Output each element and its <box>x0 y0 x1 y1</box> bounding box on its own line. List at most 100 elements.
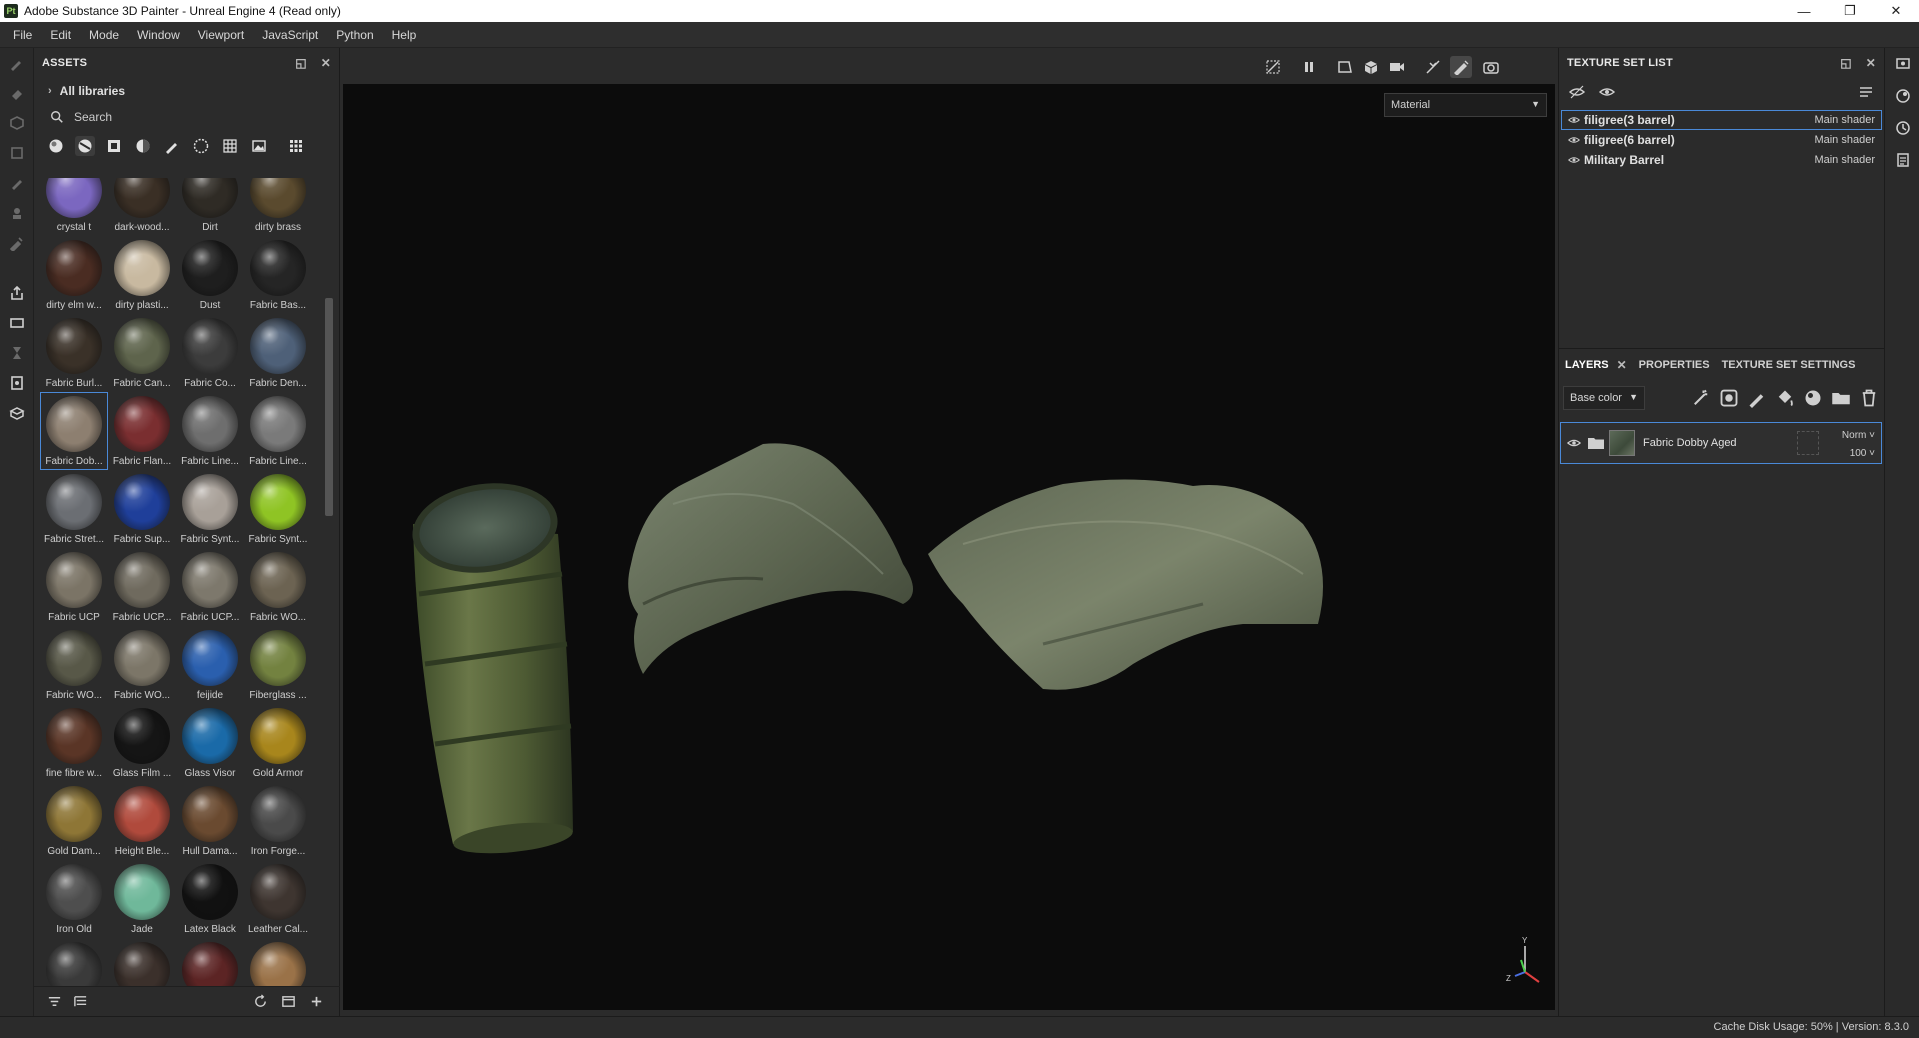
close-window-button[interactable]: ✕ <box>1873 0 1919 22</box>
delete-layer-icon[interactable] <box>1859 388 1879 408</box>
tab-layers[interactable]: LAYERS ✕ <box>1565 358 1627 372</box>
screenshot-button[interactable] <box>1480 56 1502 78</box>
paint-brush-tool[interactable] <box>0 48 34 78</box>
asset-thumbnail[interactable]: Latex Black <box>176 860 244 938</box>
new-window-button[interactable] <box>278 992 298 1012</box>
menu-javascript[interactable]: JavaScript <box>253 28 327 42</box>
filter-smart-materials-button[interactable] <box>75 136 95 156</box>
menu-edit[interactable]: Edit <box>41 28 80 42</box>
close-panel-icon[interactable]: ✕ <box>1866 56 1876 70</box>
asset-thumbnail[interactable]: Fabric Stret... <box>40 470 108 548</box>
asset-thumbnail[interactable]: Dust <box>176 236 244 314</box>
float-panel-icon[interactable]: ◱ <box>295 56 307 70</box>
menu-mode[interactable]: Mode <box>80 28 128 42</box>
search-input[interactable]: Search <box>74 110 112 124</box>
asset-thumbnail[interactable]: Gold Dam... <box>40 782 108 860</box>
add-folder-icon[interactable] <box>1831 388 1851 408</box>
refresh-button[interactable] <box>250 992 270 1012</box>
color-picker-tool[interactable] <box>0 228 34 258</box>
asset-thumbnail[interactable]: Fabric Bas... <box>244 236 312 314</box>
opacity-select[interactable]: 100 ˅ <box>1842 445 1875 463</box>
2d-view-button[interactable] <box>1334 56 1356 78</box>
blend-mode-select[interactable]: Norm ˅ <box>1842 427 1875 445</box>
close-tab-icon[interactable]: ✕ <box>1617 358 1627 372</box>
sort-button[interactable] <box>44 992 64 1012</box>
asset-thumbnail[interactable]: feijide <box>176 626 244 704</box>
filter-all-button[interactable] <box>286 136 306 156</box>
layer-name[interactable]: Fabric Dobby Aged <box>1643 437 1737 449</box>
log-button[interactable] <box>1885 144 1919 176</box>
texture-set-row[interactable]: Military Barrel Main shader <box>1561 150 1882 170</box>
asset-thumbnail[interactable]: Jade <box>108 860 176 938</box>
visibility-toggle-icon[interactable] <box>1569 84 1585 100</box>
asset-thumbnail[interactable]: dirty elm w... <box>40 236 108 314</box>
minimize-button[interactable]: — <box>1781 0 1827 22</box>
eye-icon[interactable] <box>1568 114 1580 126</box>
eye-icon[interactable] <box>1567 436 1581 450</box>
texture-set-row[interactable]: filigree(3 barrel) Main shader <box>1561 110 1882 130</box>
filter-environments-button[interactable] <box>249 136 269 156</box>
display-settings-tool[interactable] <box>0 308 34 338</box>
asset-thumbnail[interactable]: Fabric UCP... <box>176 548 244 626</box>
asset-thumbnail[interactable]: Fabric Synt... <box>244 470 312 548</box>
eye-icon[interactable] <box>1568 154 1580 166</box>
asset-thumbnail[interactable]: Fabric UCP <box>40 548 108 626</box>
add-asset-button[interactable] <box>306 992 326 1012</box>
clone-tool[interactable] <box>0 198 34 228</box>
asset-thumbnail[interactable]: Hull Dama... <box>176 782 244 860</box>
close-panel-icon[interactable]: ✕ <box>321 56 331 70</box>
filter-masks-button[interactable] <box>104 136 124 156</box>
add-fill-layer-icon[interactable] <box>1775 388 1795 408</box>
shader-select[interactable]: Main shader <box>1814 134 1875 146</box>
list-view-button[interactable] <box>70 992 90 1012</box>
texture-set-row[interactable]: filigree(6 barrel) Main shader <box>1561 130 1882 150</box>
assets-search[interactable]: Search <box>34 104 339 130</box>
camera-button[interactable] <box>1386 56 1408 78</box>
asset-thumbnail[interactable]: Iron Forge... <box>244 782 312 860</box>
smudge-tool[interactable] <box>0 168 34 198</box>
viewport-mode-select[interactable]: Material ▼ <box>1384 93 1547 117</box>
menu-viewport[interactable]: Viewport <box>189 28 253 42</box>
asset-thumbnail[interactable]: crystal t <box>40 178 108 236</box>
asset-thumbnail[interactable]: Gold Armor <box>244 704 312 782</box>
filter-textures-button[interactable] <box>220 136 240 156</box>
shader-select[interactable]: Main shader <box>1814 114 1875 126</box>
asset-thumbnail[interactable]: dark-wood... <box>108 178 176 236</box>
asset-thumbnail[interactable]: Fabric Sup... <box>108 470 176 548</box>
pause-render-button[interactable] <box>1298 56 1320 78</box>
asset-thumbnail[interactable]: Dirt <box>176 178 244 236</box>
menu-python[interactable]: Python <box>327 28 382 42</box>
float-panel-icon[interactable]: ◱ <box>1840 56 1852 70</box>
asset-thumbnail[interactable]: Glass Film ... <box>108 704 176 782</box>
asset-thumbnail[interactable]: dirty plasti... <box>108 236 176 314</box>
texture-set-tool[interactable] <box>0 368 34 398</box>
menu-help[interactable]: Help <box>383 28 426 42</box>
filter-brushes-button[interactable] <box>162 136 182 156</box>
asset-thumbnail[interactable]: Leather Na... <box>244 938 312 986</box>
asset-thumbnail[interactable]: Fabric Flan... <box>108 392 176 470</box>
paint-mode-button[interactable] <box>1450 56 1472 78</box>
add-effect-icon[interactable] <box>1691 388 1711 408</box>
asset-thumbnail[interactable]: dirty brass <box>244 178 312 236</box>
3d-viewport[interactable]: Y Z Material ▼ <box>343 84 1555 1010</box>
channel-select[interactable]: Base color ▼ <box>1563 386 1645 410</box>
add-paint-layer-icon[interactable] <box>1747 388 1767 408</box>
asset-thumbnail[interactable]: Leather Cal... <box>244 860 312 938</box>
filter-alphas-button[interactable] <box>191 136 211 156</box>
asset-thumbnail[interactable]: Fabric WO... <box>108 626 176 704</box>
asset-thumbnail[interactable]: Fiberglass ... <box>244 626 312 704</box>
asset-thumbnail[interactable]: fine fibre w... <box>40 704 108 782</box>
add-smart-material-icon[interactable] <box>1803 388 1823 408</box>
bake-mesh-tool[interactable] <box>0 398 34 428</box>
add-mask-icon[interactable] <box>1719 388 1739 408</box>
eraser-tool[interactable] <box>0 78 34 108</box>
asset-thumbnail[interactable]: Fabric WO... <box>244 548 312 626</box>
tab-properties[interactable]: PROPERTIES <box>1639 359 1710 371</box>
bake-tool[interactable] <box>0 278 34 308</box>
menu-window[interactable]: Window <box>128 28 189 42</box>
display-settings-button[interactable] <box>1885 48 1919 80</box>
asset-thumbnail[interactable]: Fabric Can... <box>108 314 176 392</box>
tab-texture-set-settings[interactable]: TEXTURE SET SETTINGS <box>1722 359 1856 371</box>
menu-list-icon[interactable] <box>1858 84 1874 100</box>
layer-row[interactable]: Fabric Dobby Aged Norm ˅ 100 ˅ <box>1560 422 1882 464</box>
